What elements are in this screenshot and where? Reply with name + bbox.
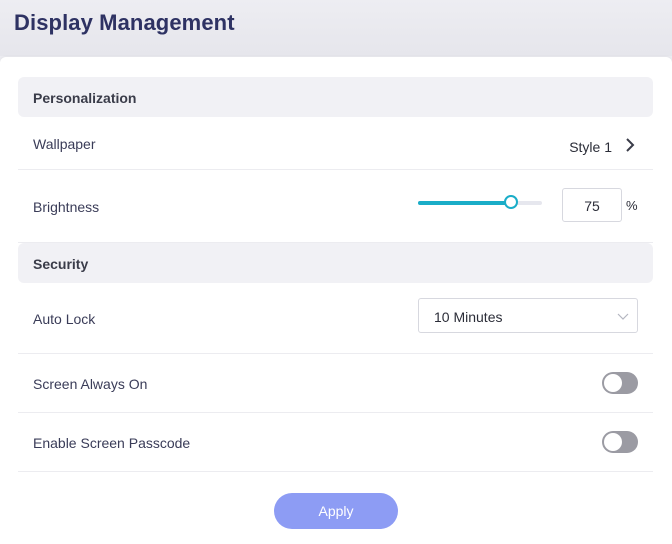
screen-always-on-label: Screen Always On bbox=[33, 376, 148, 392]
header-bar: Display Management bbox=[0, 0, 672, 56]
screen-passcode-label: Enable Screen Passcode bbox=[33, 435, 191, 451]
wallpaper-label: Wallpaper bbox=[33, 136, 96, 152]
wallpaper-row[interactable]: Wallpaper Style 1 bbox=[18, 117, 653, 170]
chevron-right-icon[interactable] bbox=[624, 136, 636, 154]
brightness-unit: % bbox=[626, 198, 638, 213]
auto-lock-label: Auto Lock bbox=[33, 311, 96, 327]
apply-button[interactable]: Apply bbox=[274, 493, 398, 529]
screen-passcode-row: Enable Screen Passcode bbox=[18, 413, 653, 472]
page-title: Display Management bbox=[14, 10, 235, 35]
wallpaper-value[interactable]: Style 1 bbox=[569, 139, 612, 155]
screen-always-on-row: Screen Always On bbox=[18, 354, 653, 413]
screen-always-on-toggle[interactable] bbox=[602, 372, 638, 394]
brightness-slider[interactable] bbox=[418, 195, 542, 209]
section-title-security: Security bbox=[33, 256, 89, 272]
auto-lock-select[interactable]: 10 Minutes bbox=[418, 298, 638, 333]
section-header-personalization: Personalization bbox=[18, 77, 653, 117]
brightness-input[interactable] bbox=[562, 188, 622, 222]
brightness-row: Brightness % bbox=[18, 170, 653, 243]
settings-panel: Personalization Wallpaper Style 1 Bright… bbox=[0, 57, 672, 544]
brightness-slider-handle[interactable] bbox=[504, 195, 518, 209]
toggle-knob bbox=[604, 433, 622, 451]
auto-lock-row: Auto Lock 10 Minutes bbox=[18, 283, 653, 354]
section-title-personalization: Personalization bbox=[33, 90, 137, 106]
chevron-down-icon bbox=[617, 313, 629, 320]
screen-passcode-toggle[interactable] bbox=[602, 431, 638, 453]
toggle-knob bbox=[604, 374, 622, 392]
section-header-security: Security bbox=[18, 243, 653, 283]
brightness-slider-fill bbox=[418, 201, 511, 205]
brightness-label: Brightness bbox=[33, 199, 100, 215]
auto-lock-selected-value: 10 Minutes bbox=[434, 309, 503, 325]
